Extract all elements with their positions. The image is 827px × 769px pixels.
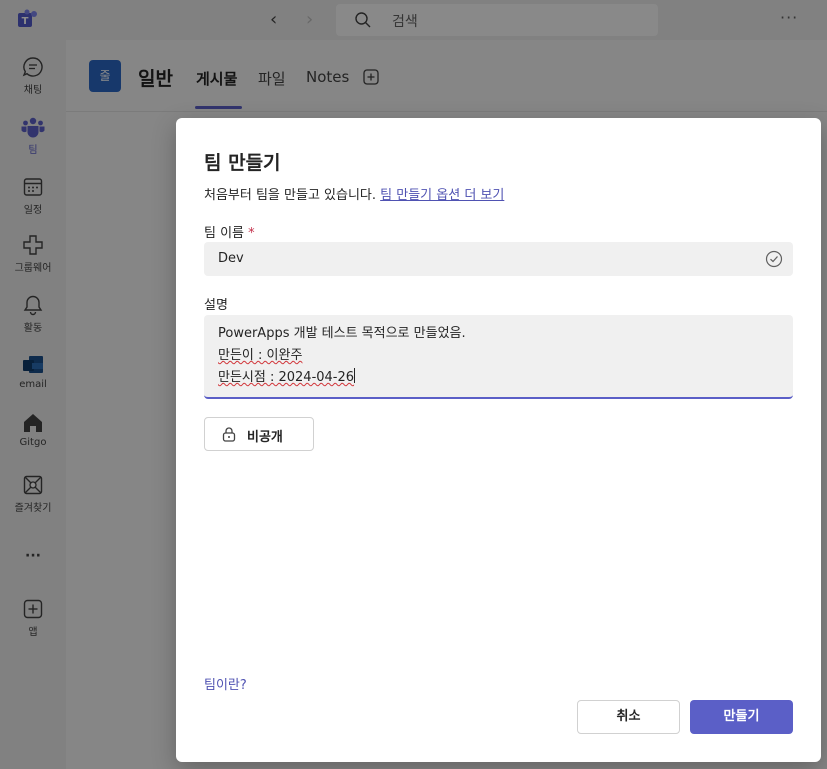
privacy-dropdown-button[interactable]: 비공개 (204, 417, 314, 451)
subtitle-text: 처음부터 팀을 만들고 있습니다. (204, 188, 377, 203)
team-name-input[interactable]: Dev (204, 242, 793, 276)
create-button[interactable]: 만들기 (690, 700, 793, 734)
description-line-last: 만든시점 : 2024-04-26 (218, 366, 356, 385)
more-team-options-link[interactable]: 팀 만들기 옵션 더 보기 (380, 188, 504, 203)
team-name-value: Dev (218, 251, 244, 266)
description-line: 만든이 : 이완주 (218, 348, 303, 363)
description-line: PowerApps 개발 테스트 목적으로 만들었음. (218, 326, 466, 341)
team-name-label-text: 팀 이름 (204, 226, 245, 241)
text-caret (354, 368, 356, 383)
required-mark: * (248, 226, 255, 241)
description-line-text: 만든시점 : 2024-04-26 (218, 370, 355, 385)
privacy-label: 비공개 (247, 430, 283, 445)
create-team-dialog: 팀 만들기 처음부터 팀을 만들고 있습니다. 팀 만들기 옵션 더 보기 팀 … (176, 118, 821, 762)
what-is-a-team-link[interactable]: 팀이란? (204, 674, 247, 693)
lock-icon (222, 427, 236, 442)
team-name-label: 팀 이름 * (204, 222, 255, 241)
description-label: 설명 (204, 298, 228, 313)
cancel-button[interactable]: 취소 (577, 700, 680, 734)
check-circle-icon (765, 250, 783, 268)
dialog-subtitle: 처음부터 팀을 만들고 있습니다. 팀 만들기 옵션 더 보기 (204, 184, 504, 203)
dialog-title: 팀 만들기 (204, 152, 281, 174)
description-textarea[interactable]: PowerApps 개발 테스트 목적으로 만들었음. 만든이 : 이완주 만든… (204, 315, 793, 399)
